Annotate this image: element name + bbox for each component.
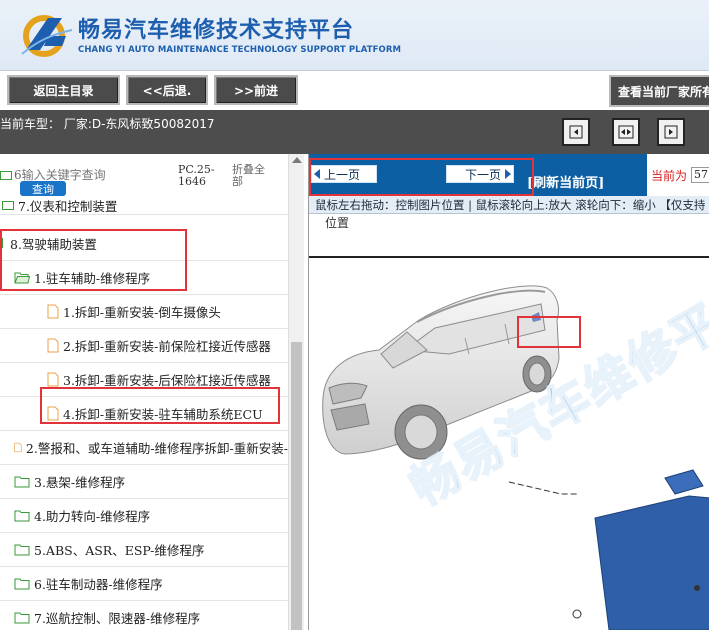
tree-item-label: 8.驾驶辅助装置 bbox=[10, 236, 97, 252]
folder-icon bbox=[14, 612, 30, 623]
document-icon bbox=[47, 338, 59, 352]
folder-icon bbox=[14, 578, 30, 589]
search-area: 6输入关键字查询 查询 PC.25-1646 折叠全部 bbox=[0, 154, 288, 200]
brand-subtitle: CHANG YI AUTO MAINTENANCE TECHNOLOGY SUP… bbox=[78, 45, 402, 55]
diagram-area[interactable]: 位置 畅易汽车维修平 bbox=[309, 214, 709, 630]
diagram-caption: 位置 bbox=[325, 216, 350, 230]
tree-item-label: 4.拆卸-重新安装-驻车辅助系统ECU bbox=[63, 406, 263, 422]
arrow-left-icon bbox=[314, 169, 320, 179]
tree-item-label: 1.驻车辅助-维修程序 bbox=[34, 270, 151, 286]
layout-split-button[interactable] bbox=[612, 118, 640, 146]
current-model-text: 当前车型： 厂家:D-东风标致50082017 bbox=[0, 117, 215, 131]
divider bbox=[0, 214, 288, 215]
document-icon bbox=[47, 304, 59, 318]
tree-item-label: 7.巡航控制、限速器-维修程序 bbox=[34, 610, 201, 626]
next-page-label: 下一页 bbox=[464, 167, 501, 182]
catalog-panel: 6输入关键字查询 查询 PC.25-1646 折叠全部 7.仪表和控制装置 8.… bbox=[0, 154, 304, 630]
tree-item-abs[interactable]: 5.ABS、ASR、ESP-维修程序 bbox=[14, 532, 204, 566]
tree-item-label: 3.悬架-维修程序 bbox=[34, 474, 126, 490]
toolbar: 返回主目录 <<后退. >>前进 查看当前厂家所有 bbox=[0, 70, 709, 110]
current-page-label: 当前为 bbox=[651, 168, 688, 183]
forward-button[interactable]: >>前进 bbox=[214, 75, 298, 105]
tree-item-label: 2.拆卸-重新安装-前保险杠接近传感器 bbox=[63, 338, 271, 354]
document-icon bbox=[47, 372, 59, 386]
tree-item-rear-sensor[interactable]: 3.拆卸-重新安装-后保险杠接近传感器 bbox=[47, 362, 271, 396]
logo-icon bbox=[21, 15, 73, 57]
tree-item-driver-assist[interactable]: 8.驾驶辅助装置 bbox=[2, 226, 97, 260]
keyword-prefix: 6 bbox=[14, 168, 22, 182]
folder-icon bbox=[0, 171, 12, 180]
tree-item-parking-assist[interactable]: 1.驻车辅助-维修程序 bbox=[14, 260, 150, 294]
tree-item-lane-assist[interactable]: 2.警报和、或车道辅助-维修程序拆卸-重新安装- bbox=[14, 430, 288, 464]
tree-item-reverse-camera[interactable]: 1.拆卸-重新安装-倒车摄像头 bbox=[47, 294, 221, 328]
document-viewer: 上一页 下一页 [刷新当前页] 当前为 57 鼠标左右拖动：控制图片位置 | 鼠… bbox=[308, 154, 709, 630]
arrow-right-icon bbox=[505, 169, 511, 179]
tree-item-instruments[interactable]: 7.仪表和控制装置 bbox=[2, 196, 117, 214]
catalog-scrollbar[interactable] bbox=[288, 154, 304, 630]
brand-title: 畅易汽车维修技术支持平台 bbox=[78, 18, 355, 43]
document-icon bbox=[47, 406, 59, 420]
view-manufacturers-button[interactable]: 查看当前厂家所有 bbox=[609, 75, 709, 107]
app-header: 畅易汽车维修技术支持平台 CHANG YI AUTO MAINTENANCE T… bbox=[0, 0, 709, 70]
back-to-catalog-button[interactable]: 返回主目录 bbox=[7, 75, 120, 105]
layout-left-icon bbox=[569, 125, 583, 139]
layout-right-icon bbox=[664, 125, 678, 139]
next-page-button[interactable]: 下一页 bbox=[446, 165, 514, 183]
folder-icon bbox=[14, 510, 30, 521]
pc-code: PC.25-1646 bbox=[178, 163, 215, 188]
tree-item-suspension[interactable]: 3.悬架-维修程序 bbox=[14, 464, 125, 498]
folder-open-icon bbox=[14, 272, 30, 283]
collapse-all-link[interactable]: 折叠全部 bbox=[232, 164, 272, 188]
layout-left-button[interactable] bbox=[562, 118, 590, 146]
tree-item-cruise-control[interactable]: 7.巡航控制、限速器-维修程序 bbox=[14, 600, 200, 630]
search-button[interactable]: 查询 bbox=[20, 181, 66, 196]
refresh-link[interactable]: [刷新当前页] bbox=[527, 172, 604, 191]
tree-item-parking-ecu[interactable]: 4.拆卸-重新安装-驻车辅助系统ECU bbox=[47, 396, 263, 430]
tree-item-label: 1.拆卸-重新安装-倒车摄像头 bbox=[63, 304, 221, 320]
tree-item-power-steering[interactable]: 4.助力转向-维修程序 bbox=[14, 498, 150, 532]
tree-item-label: 6.驻车制动器-维修程序 bbox=[34, 576, 163, 592]
tree-item-label: 4.助力转向-维修程序 bbox=[34, 508, 151, 524]
document-icon bbox=[14, 442, 22, 452]
tree-item-label: 2.警报和、或车道辅助-维修程序拆卸-重新安装- bbox=[25, 440, 288, 456]
prev-page-button[interactable]: 上一页 bbox=[311, 165, 377, 183]
tree-item-parking-brake[interactable]: 6.驻车制动器-维修程序 bbox=[14, 566, 163, 600]
tree-item-label: 7.仪表和控制装置 bbox=[18, 198, 118, 214]
tree-item-front-sensor[interactable]: 2.拆卸-重新安装-前保险杠接近传感器 bbox=[47, 328, 271, 362]
model-bar: 当前车型： 厂家:D-东风标致50082017 bbox=[0, 110, 709, 154]
current-page-box: 当前为 57 bbox=[647, 154, 709, 196]
page-nav-bar: 上一页 下一页 [刷新当前页] 当前为 57 bbox=[309, 154, 709, 196]
scroll-up-icon[interactable] bbox=[292, 157, 302, 163]
back-button[interactable]: <<后退. bbox=[126, 75, 208, 105]
tree-branch-icon bbox=[2, 238, 6, 248]
prev-page-label: 上一页 bbox=[324, 167, 361, 182]
mouse-hint: 鼠标左右拖动：控制图片位置 | 鼠标滚轮向上:放大 滚轮向下：缩小 【仅支持 bbox=[309, 196, 709, 214]
tree-item-label: 5.ABS、ASR、ESP-维修程序 bbox=[34, 542, 205, 558]
folder-icon bbox=[14, 544, 30, 555]
layout-split-icon bbox=[618, 125, 634, 139]
folder-icon bbox=[14, 476, 30, 487]
current-page-input[interactable]: 57 bbox=[691, 167, 709, 183]
scrollbar-thumb[interactable] bbox=[291, 342, 302, 630]
layout-right-button[interactable] bbox=[657, 118, 685, 146]
tree-item-label: 3.拆卸-重新安装-后保险杠接近传感器 bbox=[63, 372, 271, 388]
folder-icon bbox=[2, 200, 14, 210]
